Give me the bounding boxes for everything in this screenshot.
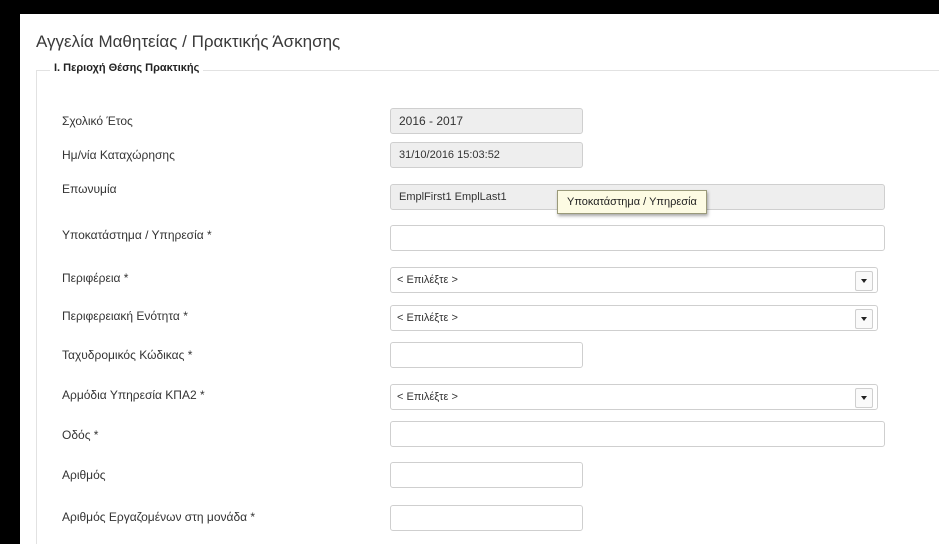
street-label: Οδός * [62, 428, 99, 442]
chevron-down-icon [861, 317, 867, 321]
chevron-down-icon [861, 279, 867, 283]
kpa2-service-select-value: < Επιλέξτε > [397, 391, 458, 403]
regional-unit-select[interactable]: < Επιλέξτε > [390, 305, 878, 331]
registration-date-label: Ημ/νία Καταχώρησης [62, 148, 175, 162]
street-number-input[interactable] [390, 462, 583, 488]
postal-code-label: Ταχυδρομικός Κώδικας * [62, 348, 193, 362]
street-input[interactable] [390, 421, 885, 447]
branch-input[interactable] [390, 225, 885, 251]
registration-date-field: 31/10/2016 15:03:52 [390, 142, 583, 168]
employees-input[interactable] [390, 505, 583, 531]
kpa2-service-select[interactable]: < Επιλέξτε > [390, 384, 878, 410]
school-year-label: Σχολικό Έτος [62, 114, 133, 128]
regional-unit-dropdown-button[interactable] [855, 309, 873, 329]
region-select-value: < Επιλέξτε > [397, 274, 458, 286]
region-dropdown-button[interactable] [855, 271, 873, 291]
region-label: Περιφέρεια * [62, 271, 129, 285]
employees-label: Αριθμός Εργαζομένων στη μονάδα * [62, 510, 256, 524]
page-title: Αγγελία Μαθητείας / Πρακτικής Άσκησης [36, 32, 341, 51]
company-name-label: Επωνυμία [62, 182, 117, 196]
postal-code-input[interactable] [390, 342, 583, 368]
kpa2-service-label: Αρμόδια Υπηρεσία ΚΠΑ2 * [62, 388, 205, 402]
chevron-down-icon [861, 396, 867, 400]
kpa2-service-dropdown-button[interactable] [855, 388, 873, 408]
form-window: Αγγελία Μαθητείας / Πρακτικής Άσκησης I.… [20, 14, 939, 544]
regional-unit-label: Περιφερειακή Ενότητα * [62, 309, 188, 323]
branch-label: Υποκατάστημα / Υπηρεσία * [62, 228, 212, 242]
street-number-label: Αριθμός [62, 468, 106, 482]
school-year-field: 2016 - 2017 [390, 108, 583, 134]
region-select[interactable]: < Επιλέξτε > [390, 267, 878, 293]
regional-unit-select-value: < Επιλέξτε > [397, 312, 458, 324]
branch-tooltip: Υποκατάστημα / Υπηρεσία [557, 190, 707, 214]
section-legend: I. Περιοχή Θέσης Πρακτικής [50, 62, 204, 74]
